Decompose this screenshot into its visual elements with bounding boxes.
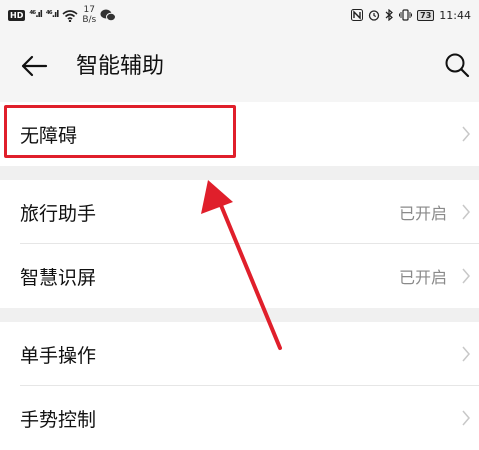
chevron-right-icon bbox=[462, 268, 470, 284]
back-arrow-icon[interactable] bbox=[20, 52, 48, 80]
status-bar-right: 73 11:44 bbox=[351, 9, 479, 22]
menu-item-label: 智慧识屏 bbox=[20, 266, 97, 289]
app-header: 智能辅助 bbox=[0, 30, 479, 102]
menu-item-one-handed-mode[interactable]: 单手操作 bbox=[0, 322, 479, 386]
wechat-icon bbox=[100, 9, 117, 21]
search-icon[interactable] bbox=[444, 52, 470, 78]
alarm-icon bbox=[369, 10, 380, 21]
network-speed: 17 B/s bbox=[82, 5, 96, 25]
menu-item-gesture-control[interactable]: 手势控制 bbox=[0, 386, 479, 450]
vibrate-icon bbox=[399, 9, 413, 21]
battery-icon: 73 bbox=[417, 9, 435, 21]
chevron-right-icon bbox=[462, 346, 470, 362]
nfc-icon bbox=[351, 9, 364, 21]
clock: 11:44 bbox=[439, 8, 471, 22]
highlight-box bbox=[4, 105, 236, 158]
menu-item-smart-screen-recognition[interactable]: 智慧识屏 已开启 bbox=[0, 244, 479, 308]
status-bar: HD ⁴⁶.ıl ⁴⁶.ıl 17 B/s 73 11:44 bbox=[0, 0, 479, 30]
speed-value: 17 bbox=[83, 5, 95, 15]
settings-group-assist: 旅行助手 已开启 智慧识屏 已开启 bbox=[0, 180, 479, 308]
chevron-right-icon bbox=[462, 204, 470, 220]
menu-item-status: 已开启 bbox=[398, 268, 447, 287]
menu-item-label: 手势控制 bbox=[20, 408, 97, 431]
menu-item-travel-assistant[interactable]: 旅行助手 已开启 bbox=[0, 180, 479, 244]
page-title: 智能辅助 bbox=[76, 54, 165, 79]
bluetooth-icon bbox=[385, 9, 394, 21]
menu-item-status: 已开启 bbox=[398, 204, 447, 223]
settings-group-gestures: 单手操作 手势控制 bbox=[0, 322, 479, 450]
speed-unit: B/s bbox=[82, 15, 97, 25]
signal-icon: ⁴⁶.ıl bbox=[29, 10, 43, 20]
wifi-icon bbox=[62, 9, 78, 22]
chevron-right-icon bbox=[462, 126, 470, 142]
hd-badge: HD bbox=[8, 9, 26, 21]
signal-icon-2: ⁴⁶.ıl bbox=[45, 10, 60, 20]
menu-item-label: 旅行助手 bbox=[20, 202, 97, 225]
chevron-right-icon bbox=[462, 410, 470, 426]
menu-item-label: 单手操作 bbox=[20, 344, 97, 367]
status-bar-left: HD ⁴⁶.ıl ⁴⁶.ıl 17 B/s bbox=[0, 5, 117, 25]
